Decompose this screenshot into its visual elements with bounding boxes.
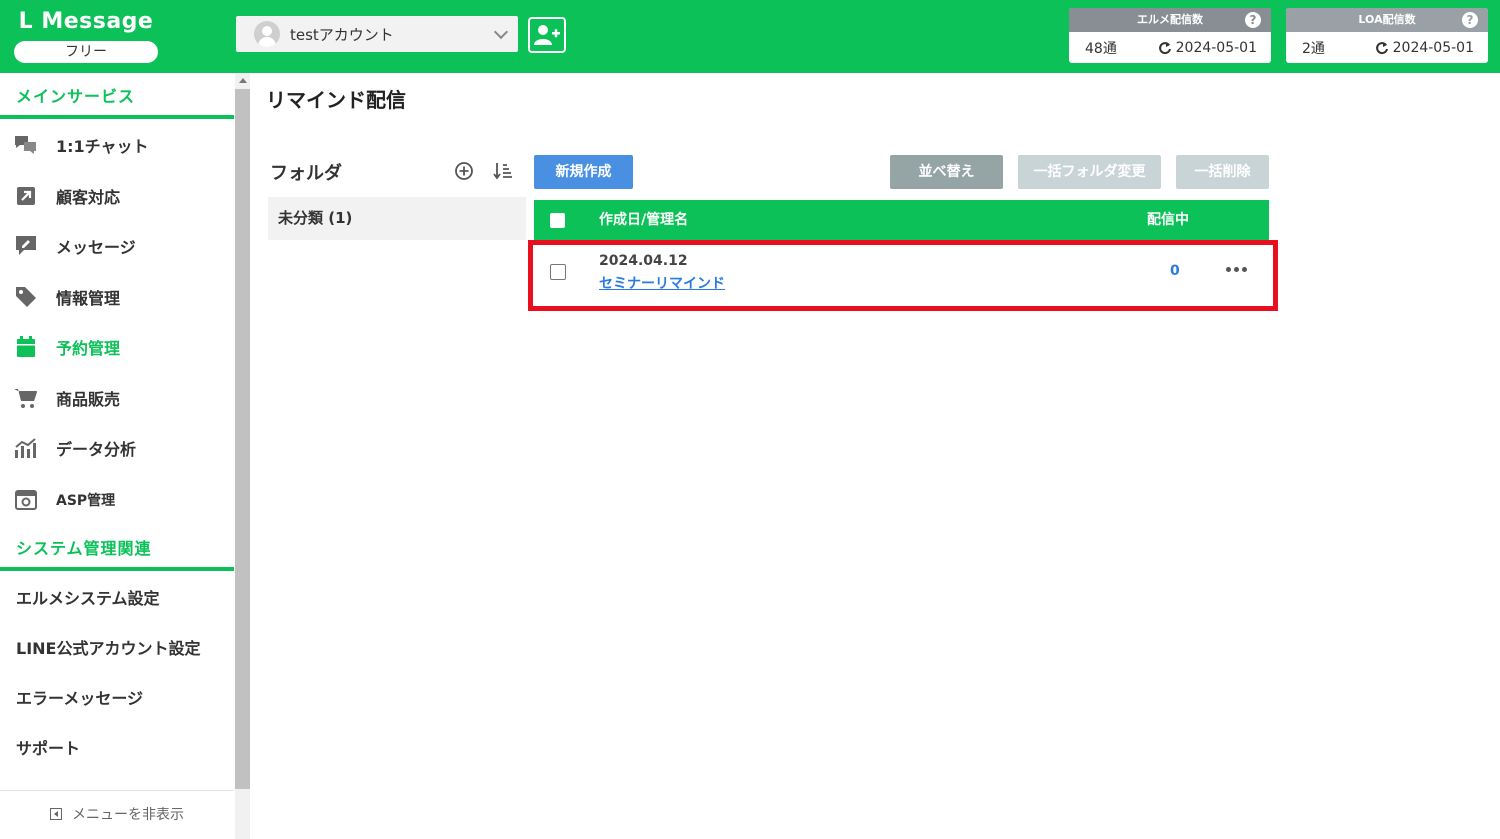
sidebar-item-label: 商品販売 — [56, 390, 121, 409]
hide-menu-button[interactable]: メニューを非表示 — [0, 790, 234, 836]
select-all-checkbox[interactable] — [550, 213, 565, 228]
page-title: リマインド配信 — [266, 88, 406, 112]
sidebar: メインサービス 1:1チャット 顧客対応 メッセージ 情報管理 予約管理 商品販… — [0, 73, 236, 839]
add-user-icon — [534, 25, 560, 45]
refresh-icon — [1158, 41, 1171, 54]
sidebar-item-label: データ分析 — [56, 440, 137, 459]
sidebar-item-label: LINE公式アカウント設定 — [16, 639, 201, 658]
section-divider — [0, 115, 234, 119]
highlight-annotation — [528, 240, 1278, 311]
column-header-sending: 配信中 — [1147, 212, 1189, 228]
sidebar-item-customer[interactable]: 顧客対応 — [0, 172, 234, 220]
sidebar-item-label: 1:1チャット — [56, 137, 149, 156]
brand-logo[interactable]: L Message フリー — [14, 8, 158, 64]
brand-name: L Message — [18, 9, 154, 34]
folder-item-uncategorized[interactable]: 未分類 (1) — [268, 197, 526, 240]
sidebar-item-analytics[interactable]: データ分析 — [0, 424, 234, 472]
new-create-button[interactable]: 新規作成 — [534, 155, 633, 189]
sidebar-item-reservation[interactable]: 予約管理 — [0, 323, 234, 371]
sidebar-item-label: エラーメッセージ — [16, 689, 144, 708]
help-icon[interactable]: ? — [1462, 12, 1478, 28]
folder-heading: フォルダ — [270, 163, 342, 184]
sidebar-scrollbar[interactable] — [235, 73, 250, 839]
sidebar-item-label: ASP管理 — [56, 493, 116, 509]
plus-circle-icon — [455, 162, 473, 180]
calendar-icon — [14, 335, 38, 359]
sidebar-item-error-messages[interactable]: エラーメッセージ — [0, 673, 234, 721]
sort-icon — [493, 163, 512, 180]
top-header: L Message フリー testアカウント エルメ配信数 ? 48通 202… — [0, 0, 1500, 73]
sort-folders-button[interactable] — [492, 160, 514, 182]
chart-icon — [14, 436, 38, 460]
system-section-heading: システム管理関連 — [16, 539, 152, 558]
account-name: testアカウント — [290, 25, 394, 44]
main-service-heading: メインサービス — [16, 87, 136, 106]
sidebar-item-line-settings[interactable]: LINE公式アカウント設定 — [0, 623, 234, 671]
column-header-name: 作成日/管理名 — [599, 212, 689, 228]
help-icon[interactable]: ? — [1245, 12, 1261, 28]
sidebar-item-label: エルメシステム設定 — [16, 589, 160, 608]
add-user-button[interactable] — [528, 17, 566, 53]
stat-label: LOA配信数 — [1358, 13, 1416, 26]
sidebar-item-asp[interactable]: ASP管理 — [0, 476, 234, 524]
chat-icon — [14, 133, 38, 157]
sidebar-item-sales[interactable]: 商品販売 — [0, 374, 234, 422]
message-edit-icon — [14, 234, 38, 258]
sidebar-item-label: メッセージ — [56, 238, 136, 257]
section-divider — [0, 567, 234, 571]
scroll-up-icon[interactable] — [239, 78, 247, 83]
sidebar-item-label: サポート — [16, 739, 81, 758]
sidebar-item-label: 顧客対応 — [56, 188, 121, 207]
stat-reset-date: 2024-05-01 — [1175, 39, 1257, 56]
sidebar-item-label: 予約管理 — [56, 339, 121, 358]
avatar — [254, 21, 280, 47]
stat-count: 2通 — [1302, 40, 1325, 57]
stat-reset-date: 2024-05-01 — [1392, 39, 1474, 56]
sidebar-item-chat[interactable]: 1:1チャット — [0, 121, 234, 169]
sidebar-item-info[interactable]: 情報管理 — [0, 273, 234, 321]
bulk-delete-button[interactable]: 一括削除 — [1176, 155, 1269, 189]
sidebar-item-elme-settings[interactable]: エルメシステム設定 — [0, 573, 234, 621]
chevron-down-icon — [493, 24, 509, 40]
refresh-icon — [1375, 41, 1388, 54]
asp-icon — [14, 488, 38, 512]
plan-badge: フリー — [14, 41, 158, 63]
elme-send-count-card: エルメ配信数 ? 48通 2024-05-01 — [1069, 8, 1271, 63]
sidebar-item-message[interactable]: メッセージ — [0, 222, 234, 270]
loa-send-count-card: LOA配信数 ? 2通 2024-05-01 — [1286, 8, 1488, 63]
tag-icon — [14, 285, 38, 309]
bulk-folder-change-button[interactable]: 一括フォルダ変更 — [1018, 155, 1161, 189]
add-folder-button[interactable] — [453, 160, 475, 182]
external-link-icon — [14, 184, 38, 208]
hide-menu-label: メニューを非表示 — [72, 806, 184, 823]
stat-count: 48通 — [1085, 40, 1117, 57]
account-selector[interactable]: testアカウント — [236, 16, 518, 52]
sidebar-item-support[interactable]: サポート — [0, 723, 234, 771]
sidebar-item-label: 情報管理 — [56, 289, 121, 308]
cart-icon — [14, 386, 38, 410]
collapse-icon — [50, 807, 62, 820]
sort-button[interactable]: 並べ替え — [890, 155, 1003, 189]
scrollbar-thumb[interactable] — [235, 89, 250, 789]
table-header: 作成日/管理名 配信中 — [534, 200, 1269, 240]
stat-label: エルメ配信数 — [1137, 13, 1203, 26]
